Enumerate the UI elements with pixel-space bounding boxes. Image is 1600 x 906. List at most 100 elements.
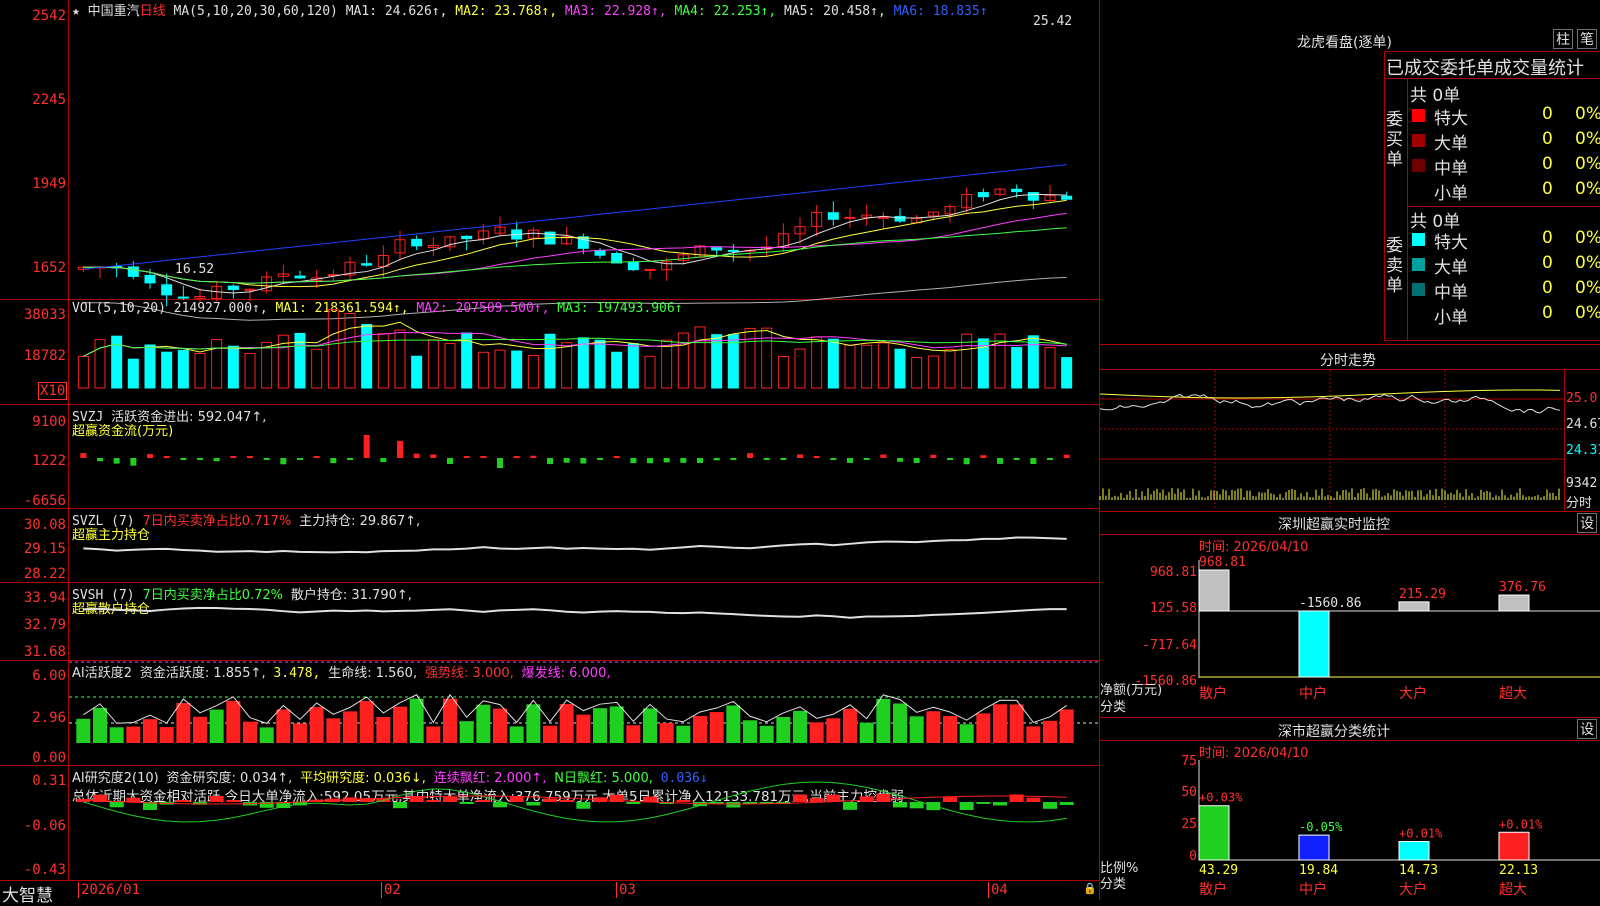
- price-tick: 1652: [32, 260, 66, 276]
- volume-bar: [761, 327, 773, 389]
- activity-bar: [376, 717, 391, 743]
- activity-bar: [926, 711, 941, 743]
- svzl-tick: 29.15: [23, 541, 66, 557]
- flow-bar: [847, 458, 853, 463]
- activity-chart[interactable]: [69, 661, 1099, 765]
- flow-bar: [247, 456, 253, 458]
- dragon-title: 龙虎看盘(逐单): [1297, 35, 1392, 51]
- candle-body: [827, 212, 839, 220]
- volume-bar: [911, 357, 923, 389]
- classify-bar: [1198, 805, 1230, 861]
- flow-bar: [180, 458, 187, 460]
- volume-chart[interactable]: [69, 300, 1099, 404]
- main-holding-chart[interactable]: [69, 509, 1099, 582]
- flow-bar: [147, 454, 153, 458]
- activity-bar: [359, 700, 374, 743]
- activity-bar: [726, 705, 741, 743]
- order-count: 0: [1542, 129, 1553, 149]
- ma1-line: [83, 193, 1067, 294]
- research-bar: [393, 802, 407, 809]
- flow-bar: [980, 455, 987, 458]
- flow-bar: [280, 458, 287, 465]
- brand-logo[interactable]: 大智慧: [2, 881, 53, 906]
- volume-bar: [794, 348, 806, 389]
- ma6-line: [83, 164, 1067, 270]
- activity-bar: [943, 715, 957, 743]
- flow-bar: [513, 456, 520, 458]
- flow-bar: [230, 456, 237, 458]
- research-bar: [726, 802, 741, 808]
- classify-bar: [1398, 841, 1430, 861]
- intraday-title: 分时走势: [1320, 353, 1376, 369]
- activity-bar: [909, 716, 924, 743]
- order-type-label: 特大: [1434, 233, 1468, 253]
- volume-bar: [311, 348, 323, 389]
- volume-bar: [694, 326, 706, 389]
- research-bar: [109, 802, 124, 808]
- sell-side-label: 委卖单: [1386, 236, 1403, 296]
- lock-icon[interactable]: 🔒: [1083, 882, 1097, 895]
- order-type-label: 中单: [1434, 283, 1468, 303]
- candlestick-chart[interactable]: [69, 0, 1099, 321]
- volume-bar: [361, 323, 373, 389]
- order-count: 0: [1542, 228, 1553, 248]
- monitor-tick: -717.64: [1142, 638, 1197, 653]
- x-tick: 2026/01: [78, 882, 140, 898]
- volume-bar: [244, 353, 256, 389]
- svzj-tick: 1222: [32, 453, 66, 469]
- classify-delta-label: -0.05%: [1299, 820, 1343, 834]
- ai2-tick: -0.43: [23, 862, 66, 878]
- flow-bar: [197, 458, 203, 460]
- research-chart[interactable]: [69, 766, 1099, 880]
- volume-bar: [611, 351, 623, 389]
- monitor-category-label: 大户: [1399, 685, 1427, 702]
- intraday-tick: 24.31: [1566, 443, 1600, 458]
- order-row: 特大 0 0%: [1410, 104, 1600, 129]
- order-count: 0: [1542, 104, 1553, 124]
- candle-body: [127, 266, 139, 277]
- research-bar: [226, 800, 241, 802]
- candle-body: [161, 284, 173, 296]
- activity-bar: [559, 704, 574, 743]
- flow-bar: [730, 458, 737, 460]
- flow-bar: [813, 456, 820, 458]
- volume-bar: [427, 339, 439, 389]
- flow-bar: [97, 458, 103, 462]
- flow-bar: [313, 456, 320, 458]
- classify-value-label: 14.73: [1399, 863, 1438, 878]
- dragon-left-border: [1384, 51, 1385, 341]
- flow-bar: [930, 454, 937, 458]
- volume-bar: [177, 349, 189, 389]
- order-count: 0: [1542, 253, 1553, 273]
- candle-body: [1061, 195, 1073, 200]
- monitor-settings-button[interactable]: 设: [1577, 513, 1597, 533]
- order-pct: 0%: [1575, 154, 1600, 174]
- order-row: 大单 0 0%: [1410, 253, 1600, 278]
- dragon-inner-border: [1407, 78, 1408, 340]
- monitor-category-label: 散户: [1199, 685, 1227, 702]
- order-pct: 0%: [1575, 303, 1600, 323]
- bar-mode-button[interactable]: 柱: [1553, 29, 1573, 49]
- monitor-category-label: 中户: [1299, 685, 1327, 702]
- research-bar: [976, 802, 991, 804]
- research-bar: [526, 802, 541, 806]
- classify-bar-chart[interactable]: +0.03% 43.29 散户 -0.05% 19.84 中户 +0.01% 14.73 大户 +…: [1198, 760, 1600, 900]
- dragon-subtitle: 已成交委托单成交量统计: [1386, 58, 1584, 79]
- candle-body: [1011, 188, 1023, 193]
- monitor-bar-chart[interactable]: 968.81 散户 -1560.86 中户 215.29 大户 376.76 超大: [1198, 555, 1600, 710]
- candle-body: [177, 296, 189, 299]
- intraday-chart[interactable]: [1099, 370, 1565, 510]
- volume-bar: [827, 338, 839, 389]
- classify-settings-button[interactable]: 设: [1577, 719, 1597, 739]
- fund-flow-chart[interactable]: [69, 405, 1099, 508]
- retail-holding-chart[interactable]: [69, 583, 1099, 660]
- volume-bar: [527, 355, 539, 389]
- classify-xlabel: 分类: [1100, 877, 1127, 892]
- tick-mode-button[interactable]: 笔: [1577, 29, 1597, 49]
- candle-body: [877, 216, 889, 219]
- flow-bar: [663, 458, 670, 463]
- vol-tick: 38033: [23, 307, 66, 323]
- price-tick: 2542: [32, 8, 66, 24]
- classify-value-label: 22.13: [1499, 863, 1538, 878]
- x-tick: 02: [381, 882, 401, 898]
